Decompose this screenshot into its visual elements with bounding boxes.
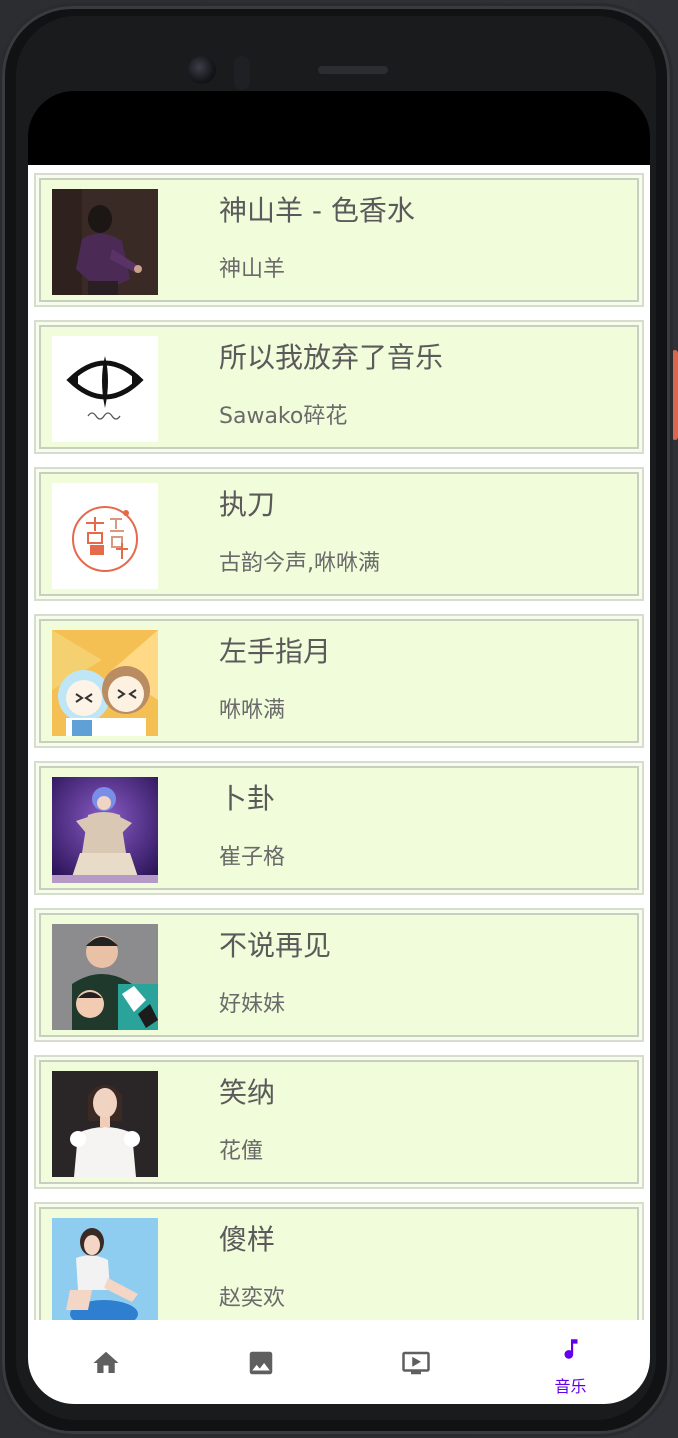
song-title: 执刀: [219, 488, 276, 521]
song-artist: 好妹妹: [219, 992, 286, 1017]
video-icon: [401, 1351, 430, 1375]
album-cover: [52, 336, 158, 442]
song-card[interactable]: 笑纳 花僮: [34, 1055, 644, 1189]
song-artist: Sawako碎花: [219, 404, 348, 429]
song-card[interactable]: 所以我放弃了音乐 Sawako碎花: [34, 320, 644, 454]
song-title: 笑纳: [219, 1076, 276, 1109]
song-artist: 花僮: [219, 1139, 264, 1164]
proximity-sensor: [234, 56, 250, 90]
song-card[interactable]: 卜卦 崔子格: [34, 761, 644, 895]
front-camera: [188, 56, 216, 84]
song-title: 傻样: [219, 1223, 276, 1256]
song-title: 不说再见: [219, 929, 332, 962]
song-card[interactable]: 不说再见 好妹妹: [34, 908, 644, 1042]
song-artist: 崔子格: [219, 845, 286, 870]
album-cover: [52, 1218, 158, 1320]
song-artist: 古韵今声,咻咻满: [219, 551, 380, 576]
music-note-icon: [564, 1339, 577, 1359]
image-icon: [249, 1351, 272, 1375]
album-cover: [52, 924, 158, 1030]
song-card[interactable]: 左手指月 咻咻满: [34, 614, 644, 748]
phone-screen: 神山羊 - 色香水 神山羊 所以我放弃了音乐 Sawako碎花 执刀 古韵今声,…: [28, 91, 650, 1404]
song-title: 卜卦: [219, 782, 276, 815]
song-card[interactable]: 神山羊 - 色香水 神山羊: [34, 173, 644, 307]
album-cover: [52, 189, 158, 295]
song-artist: 赵奕欢: [219, 1286, 286, 1311]
song-artist: 咻咻满: [219, 698, 286, 723]
song-list[interactable]: 神山羊 - 色香水 神山羊 所以我放弃了音乐 Sawako碎花 执刀 古韵今声,…: [28, 165, 650, 1320]
song-title: 所以我放弃了音乐: [219, 341, 444, 374]
home-icon: [93, 1351, 118, 1373]
song-title: 神山羊 - 色香水: [219, 194, 415, 227]
nav-music-label: 音乐: [554, 1377, 587, 1396]
song-title: 左手指月: [219, 635, 332, 668]
album-cover: [52, 1071, 158, 1177]
side-panel-accent: [672, 350, 678, 440]
song-artist: 神山羊: [219, 257, 286, 282]
song-card[interactable]: 傻样 赵奕欢: [34, 1202, 644, 1320]
nav-video[interactable]: [338, 1320, 493, 1404]
earpiece-speaker: [318, 66, 388, 74]
album-cover: [52, 777, 158, 883]
album-cover: [52, 483, 158, 589]
nav-music[interactable]: 音乐: [493, 1320, 648, 1404]
song-card[interactable]: 执刀 古韵今声,咻咻满: [34, 467, 644, 601]
phone-frame: 神山羊 - 色香水 神山羊 所以我放弃了音乐 Sawako碎花 执刀 古韵今声,…: [2, 6, 670, 1434]
nav-images[interactable]: [183, 1320, 338, 1404]
album-cover: [52, 630, 158, 736]
bottom-navigation: 音乐: [28, 1320, 650, 1404]
nav-home[interactable]: [28, 1320, 183, 1404]
